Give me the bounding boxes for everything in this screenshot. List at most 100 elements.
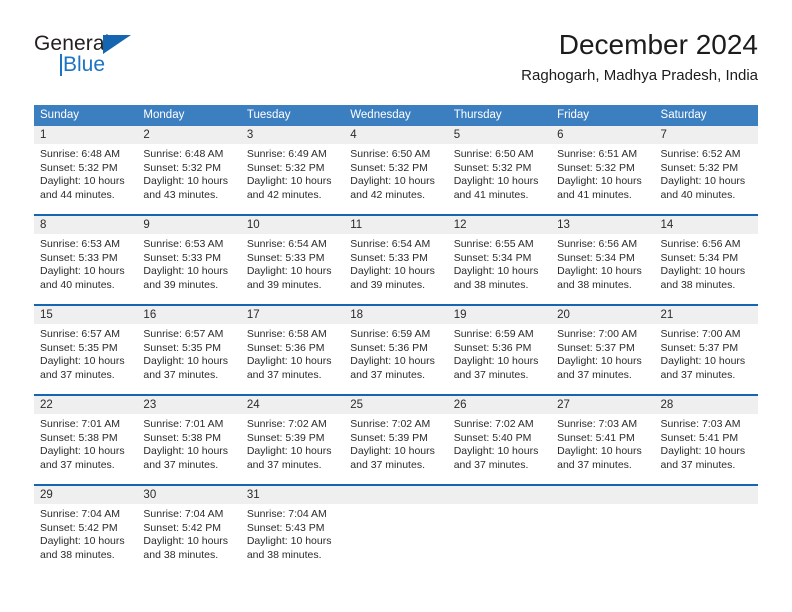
day-cell[interactable]: 14 Sunrise: 6:56 AM Sunset: 5:34 PM Dayl…	[654, 216, 758, 304]
day-number: 28	[660, 399, 674, 411]
day-number: 15	[40, 309, 53, 321]
day-cell[interactable]: 9 Sunrise: 6:53 AM Sunset: 5:33 PM Dayli…	[137, 216, 241, 304]
day-details: Sunrise: 7:01 AM Sunset: 5:38 PM Dayligh…	[34, 414, 137, 472]
sunrise-text: Sunrise: 6:56 AM	[660, 238, 741, 250]
day-number: 8	[40, 219, 47, 231]
daylight-text-line2: and 38 minutes.	[40, 548, 115, 561]
daylight-text-line2: and 41 minutes.	[557, 188, 632, 201]
day-cell[interactable]: 27 Sunrise: 7:03 AM Sunset: 5:41 PM Dayl…	[551, 396, 655, 484]
day-cell[interactable]: 23 Sunrise: 7:01 AM Sunset: 5:38 PM Dayl…	[137, 396, 241, 484]
day-number: 9	[143, 219, 150, 231]
weekday-wednesday: Wednesday	[350, 109, 411, 121]
sunrise-text: Sunrise: 7:02 AM	[350, 418, 431, 430]
day-cell[interactable]: 17 Sunrise: 6:58 AM Sunset: 5:36 PM Dayl…	[240, 306, 345, 394]
sunset-text: Sunset: 5:36 PM	[246, 341, 325, 354]
day-cell[interactable]: 31 Sunrise: 7:04 AM Sunset: 5:43 PM Dayl…	[240, 486, 345, 574]
sunset-text: Sunset: 5:32 PM	[143, 161, 222, 174]
sunrise-text: Sunrise: 6:50 AM	[350, 148, 431, 160]
day-cell[interactable]: 25 Sunrise: 7:02 AM Sunset: 5:39 PM Dayl…	[344, 396, 448, 484]
daylight-text-line1: Daylight: 10 hours	[40, 175, 125, 188]
day-cell[interactable]: 2 Sunrise: 6:48 AM Sunset: 5:32 PM Dayli…	[137, 126, 241, 214]
page-header: General Blue December 2024 Raghogarh, Ma…	[34, 28, 758, 94]
day-number-band: 20	[551, 306, 655, 324]
sunrise-text: Sunrise: 7:04 AM	[40, 508, 120, 520]
day-cell[interactable]: 28 Sunrise: 7:03 AM Sunset: 5:41 PM Dayl…	[654, 396, 758, 484]
day-cell[interactable]: 29 Sunrise: 7:04 AM Sunset: 5:42 PM Dayl…	[34, 486, 138, 574]
sunrise-text: Sunrise: 7:02 AM	[453, 418, 534, 430]
daylight-text-line1: Daylight: 10 hours	[453, 175, 539, 188]
sunrise-text: Sunrise: 6:51 AM	[557, 148, 638, 160]
day-number-band: 3	[240, 126, 345, 144]
day-number: 24	[246, 399, 260, 411]
day-cell[interactable]: 8 Sunrise: 6:53 AM Sunset: 5:33 PM Dayli…	[34, 216, 138, 304]
sunrise-text: Sunrise: 7:03 AM	[660, 418, 741, 430]
weekday-tuesday: Tuesday	[246, 109, 291, 121]
daylight-text-line1: Daylight: 10 hours	[143, 535, 229, 548]
day-cell-empty	[344, 486, 448, 574]
sunset-text: Sunset: 5:33 PM	[246, 251, 325, 264]
day-details: Sunrise: 7:03 AM Sunset: 5:41 PM Dayligh…	[551, 414, 654, 472]
general-blue-logo[interactable]: General Blue	[34, 32, 154, 80]
sunset-text: Sunset: 5:32 PM	[246, 161, 325, 174]
day-cell[interactable]: 19 Sunrise: 6:59 AM Sunset: 5:36 PM Dayl…	[447, 306, 552, 394]
logo-triangle-icon	[103, 35, 131, 54]
week-row: 8 Sunrise: 6:53 AM Sunset: 5:33 PM Dayli…	[34, 214, 758, 304]
day-number: 31	[246, 489, 260, 501]
day-cell[interactable]: 10 Sunrise: 6:54 AM Sunset: 5:33 PM Dayl…	[240, 216, 345, 304]
day-details: Sunrise: 6:54 AM Sunset: 5:33 PM Dayligh…	[344, 234, 447, 292]
day-cell[interactable]: 21 Sunrise: 7:00 AM Sunset: 5:37 PM Dayl…	[654, 306, 758, 394]
sunset-text: Sunset: 5:34 PM	[660, 251, 739, 264]
day-cell[interactable]: 11 Sunrise: 6:54 AM Sunset: 5:33 PM Dayl…	[344, 216, 448, 304]
page-title: December 2024	[558, 29, 758, 60]
weekday-friday: Friday	[557, 109, 590, 121]
day-cell[interactable]: 26 Sunrise: 7:02 AM Sunset: 5:40 PM Dayl…	[447, 396, 552, 484]
day-cell[interactable]: 15 Sunrise: 6:57 AM Sunset: 5:35 PM Dayl…	[34, 306, 138, 394]
sunset-text: Sunset: 5:39 PM	[246, 431, 325, 444]
day-cell[interactable]: 20 Sunrise: 7:00 AM Sunset: 5:37 PM Dayl…	[551, 306, 655, 394]
day-cell[interactable]: 4 Sunrise: 6:50 AM Sunset: 5:32 PM Dayli…	[344, 126, 448, 214]
daylight-text-line2: and 37 minutes.	[246, 458, 322, 471]
day-number: 16	[143, 309, 157, 321]
day-cell[interactable]: 16 Sunrise: 6:57 AM Sunset: 5:35 PM Dayl…	[137, 306, 241, 394]
sunset-text: Sunset: 5:42 PM	[40, 521, 118, 534]
day-cell[interactable]: 12 Sunrise: 6:55 AM Sunset: 5:34 PM Dayl…	[447, 216, 552, 304]
day-cell-empty	[551, 486, 655, 574]
day-cell[interactable]: 24 Sunrise: 7:02 AM Sunset: 5:39 PM Dayl…	[240, 396, 345, 484]
day-cell[interactable]: 18 Sunrise: 6:59 AM Sunset: 5:36 PM Dayl…	[344, 306, 448, 394]
weekday-sunday: Sunday	[40, 109, 80, 121]
day-cell[interactable]: 22 Sunrise: 7:01 AM Sunset: 5:38 PM Dayl…	[34, 396, 138, 484]
day-number-band: 15	[34, 306, 138, 324]
day-number: 26	[453, 399, 467, 411]
sunset-text: Sunset: 5:32 PM	[40, 161, 118, 174]
day-number: 2	[143, 129, 150, 141]
daylight-text-line2: and 39 minutes.	[143, 278, 219, 291]
daylight-text-line1: Daylight: 10 hours	[40, 535, 125, 548]
calendar-page: General Blue December 2024 Raghogarh, Ma…	[0, 0, 792, 612]
daylight-text-line1: Daylight: 10 hours	[350, 265, 435, 278]
day-number: 21	[660, 309, 674, 321]
daylight-text-line2: and 43 minutes.	[143, 188, 219, 201]
day-cell[interactable]: 5 Sunrise: 6:50 AM Sunset: 5:32 PM Dayli…	[447, 126, 552, 214]
daylight-text-line1: Daylight: 10 hours	[246, 265, 332, 278]
day-details: Sunrise: 6:59 AM Sunset: 5:36 PM Dayligh…	[344, 324, 447, 382]
sunrise-text: Sunrise: 7:04 AM	[143, 508, 224, 520]
daylight-text-line1: Daylight: 10 hours	[350, 445, 435, 458]
weekday-header-row: Sunday Monday Tuesday Wednesday Thursday…	[34, 105, 758, 126]
day-cell[interactable]: 13 Sunrise: 6:56 AM Sunset: 5:34 PM Dayl…	[551, 216, 655, 304]
sunset-text: Sunset: 5:32 PM	[453, 161, 532, 174]
daylight-text-line2: and 39 minutes.	[350, 278, 425, 291]
day-number-band: 19	[447, 306, 552, 324]
daylight-text-line2: and 37 minutes.	[40, 458, 115, 471]
day-cell[interactable]: 6 Sunrise: 6:51 AM Sunset: 5:32 PM Dayli…	[551, 126, 655, 214]
day-number-band: 14	[654, 216, 758, 234]
day-cell[interactable]: 1 Sunrise: 6:48 AM Sunset: 5:32 PM Dayli…	[34, 126, 138, 214]
day-cell[interactable]: 3 Sunrise: 6:49 AM Sunset: 5:32 PM Dayli…	[240, 126, 345, 214]
day-number: 5	[453, 129, 461, 141]
daylight-text-line1: Daylight: 10 hours	[143, 175, 229, 188]
daylight-text-line2: and 37 minutes.	[660, 368, 736, 381]
day-cell[interactable]: 30 Sunrise: 7:04 AM Sunset: 5:42 PM Dayl…	[137, 486, 241, 574]
sunrise-text: Sunrise: 7:02 AM	[246, 418, 327, 430]
day-cell-empty	[447, 486, 552, 574]
day-number-band: 28	[654, 396, 758, 414]
day-cell[interactable]: 7 Sunrise: 6:52 AM Sunset: 5:32 PM Dayli…	[654, 126, 758, 214]
